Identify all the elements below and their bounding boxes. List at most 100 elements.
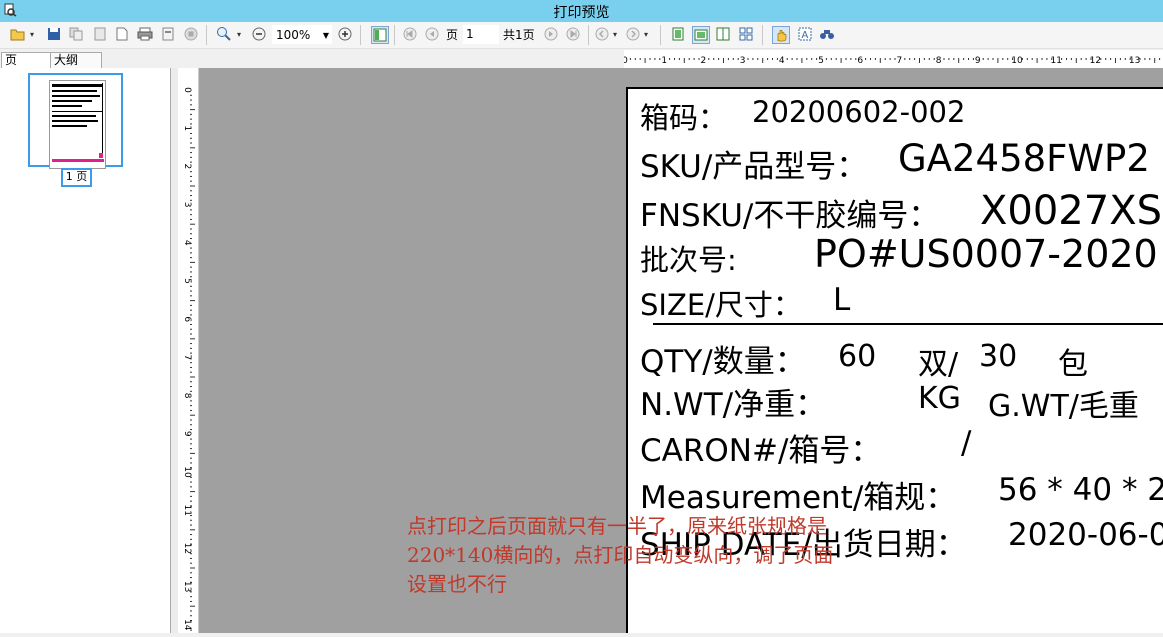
- v-ruler-tick: [190, 113, 192, 115]
- v-ruler-number: 0: [182, 87, 192, 93]
- v-ruler-tick: [190, 443, 192, 445]
- single-page-icon[interactable]: [670, 26, 686, 42]
- h-ruler-number: 4: [779, 56, 785, 66]
- h-ruler-tick: [1046, 58, 1048, 60]
- h-ruler-number: 10: [1011, 56, 1023, 66]
- h-ruler-tick: [1041, 58, 1043, 60]
- v-ruler-tick: [190, 462, 192, 464]
- v-ruler-tick: [190, 338, 195, 340]
- h-ruler-tick: [752, 58, 754, 60]
- zoom-out-icon[interactable]: [251, 26, 267, 42]
- fnsku-value: X0027XSI: [980, 188, 1163, 234]
- carton-separator: /: [961, 425, 972, 461]
- tab-outline[interactable]: 大纲: [50, 52, 102, 69]
- toolbar: ▾ ▾ 100% ▼ 页 1 共1页 ▾ ▾ A: [0, 22, 1163, 49]
- v-ruler-tick: [190, 405, 192, 407]
- v-ruler-tick: [190, 104, 192, 106]
- zoom-in-magnifier-icon[interactable]: [216, 26, 232, 42]
- v-ruler-tick: [190, 615, 192, 617]
- v-ruler-number: 7: [182, 355, 192, 361]
- h-ruler-tick: [1100, 58, 1102, 60]
- h-ruler-number: 11: [1050, 56, 1061, 66]
- h-ruler-tick: [654, 58, 656, 60]
- tab-pages[interactable]: 页: [1, 52, 51, 69]
- size-label: SIZE/尺寸：: [640, 288, 802, 322]
- prev-page-icon[interactable]: [424, 26, 440, 42]
- v-ruler-tick: [190, 252, 192, 254]
- v-ruler-tick: [190, 557, 192, 559]
- h-ruler-tick: [693, 58, 695, 60]
- stop-icon[interactable]: [183, 26, 199, 42]
- v-ruler-tick: [190, 99, 192, 101]
- v-ruler-number: 3: [182, 202, 192, 208]
- two-pages-icon[interactable]: [715, 26, 731, 42]
- hand-tool-icon[interactable]: [772, 26, 790, 44]
- page-width-icon[interactable]: [692, 26, 710, 44]
- v-ruler-tick: [190, 386, 192, 388]
- annotation-line-3: 设置也不行: [407, 572, 507, 596]
- sku-value: GA2458FWP2: [898, 137, 1150, 180]
- back-icon[interactable]: [594, 26, 610, 42]
- find-icon[interactable]: [819, 26, 835, 42]
- copy-icon[interactable]: [68, 26, 84, 42]
- thumbnail-pane-toggle-icon[interactable]: [371, 26, 389, 44]
- total-pages-label: 共1页: [503, 28, 535, 42]
- h-ruler-tick: [1149, 58, 1151, 60]
- export-icon[interactable]: [160, 26, 176, 42]
- h-ruler-tick: [1070, 58, 1072, 60]
- zoom-select-arrow-icon: ▼: [322, 31, 329, 40]
- multi-page-icon[interactable]: [738, 26, 754, 42]
- h-ruler-tick: [776, 58, 778, 60]
- side-tabs: 页 大纲: [0, 50, 200, 69]
- h-ruler-tick: [1124, 58, 1126, 60]
- h-ruler-tick: [1105, 58, 1107, 60]
- page-setup-icon[interactable]: [92, 26, 108, 42]
- v-ruler-tick: [190, 362, 192, 364]
- print-icon[interactable]: [137, 26, 153, 42]
- v-ruler-tick: [190, 448, 192, 450]
- thumbnail-label: 1 页: [61, 168, 92, 187]
- page-number-input[interactable]: 1: [463, 25, 499, 44]
- v-ruler-tick: [190, 567, 195, 569]
- v-ruler-tick: [190, 257, 192, 259]
- v-ruler-tick: [190, 195, 192, 197]
- forward-dropdown-icon[interactable]: ▾: [641, 26, 651, 42]
- v-ruler-tick: [190, 491, 195, 493]
- new-page-icon[interactable]: [114, 26, 130, 42]
- v-ruler-tick: [190, 147, 195, 149]
- v-ruler-tick: [190, 424, 192, 426]
- v-ruler-tick: [190, 271, 192, 273]
- h-ruler-tick: [1119, 58, 1121, 60]
- zoom-in-icon[interactable]: [337, 26, 353, 42]
- v-ruler-tick: [190, 228, 192, 230]
- page-thumbnail[interactable]: [28, 73, 123, 169]
- h-ruler-tick: [1144, 58, 1146, 60]
- open-dropdown-icon[interactable]: ▾: [27, 26, 37, 42]
- thumbnail-scrollbar[interactable]: [171, 68, 178, 633]
- qty-value: 60: [838, 339, 877, 374]
- first-page-icon[interactable]: [402, 26, 418, 42]
- zoom-dropdown-icon[interactable]: ▾: [234, 26, 244, 42]
- zoom-select[interactable]: 100% ▼: [272, 25, 332, 44]
- save-icon[interactable]: [46, 26, 62, 42]
- divider-line: [653, 323, 1163, 325]
- text-select-icon[interactable]: A: [797, 26, 813, 42]
- h-ruler-tick: [870, 58, 871, 60]
- v-ruler-tick: [190, 347, 192, 349]
- v-ruler-tick: [190, 514, 192, 516]
- h-ruler-number: 3: [740, 56, 746, 66]
- v-ruler-tick: [190, 343, 192, 345]
- h-ruler-tick: [1139, 58, 1141, 60]
- v-ruler-tick: [190, 304, 192, 306]
- zoom-value: 100%: [276, 28, 311, 42]
- back-dropdown-icon[interactable]: ▾: [610, 26, 620, 42]
- last-page-icon[interactable]: [565, 26, 581, 42]
- open-icon[interactable]: [10, 26, 26, 42]
- h-ruler-tick: [874, 58, 876, 60]
- v-ruler-tick: [190, 371, 192, 373]
- h-ruler-tick: [1159, 58, 1161, 60]
- forward-icon[interactable]: [625, 26, 641, 42]
- h-ruler-tick: [757, 58, 759, 60]
- v-ruler-tick: [190, 300, 195, 302]
- next-page-icon[interactable]: [543, 26, 559, 42]
